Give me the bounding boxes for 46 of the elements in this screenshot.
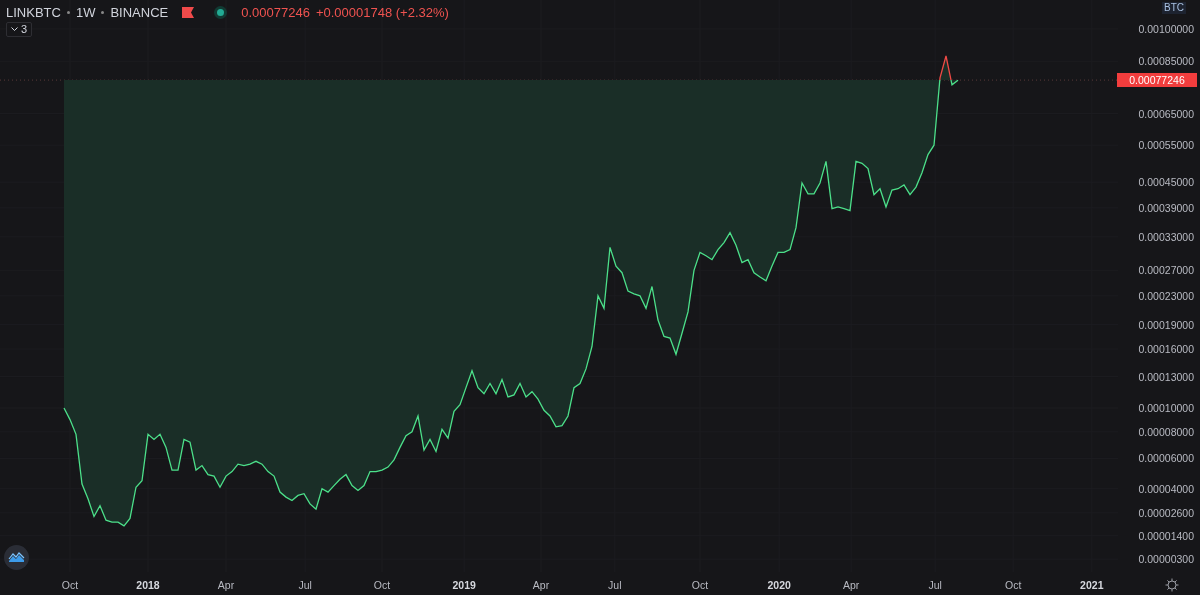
price-axis-label: 0.00065000 [1138,107,1194,120]
price-axis-label: 0.00019000 [1138,318,1194,331]
price-axis-label: 0.00004000 [1138,482,1194,495]
last-price-label: 0.00077246 [1117,73,1197,88]
last-price: 0.00077246 [241,4,310,22]
flag-icon[interactable] [182,7,195,19]
time-axis-label: 2018 [135,579,161,591]
time-axis-label: Oct [60,579,80,591]
time-axis-label: Oct [372,579,392,591]
exchange-name: BINANCE [110,4,169,22]
price-axis-label: 0.00100000 [1138,22,1194,35]
price-axis-label: 0.00027000 [1138,264,1194,277]
price-axis-label: 0.00033000 [1138,230,1194,243]
price-axis-label: 0.00039000 [1138,201,1194,214]
time-axis-label: Jul [297,579,313,591]
price-axis-label: 0.00023000 [1138,289,1194,302]
interval-label: 1W [75,4,96,22]
time-axis-label: Jul [607,579,623,591]
symbol-name: LINKBTC [6,4,61,22]
settings-icon[interactable] [1165,578,1179,592]
price-change: +0.00001748 (+2.32%) [315,4,449,22]
time-axis-label: Apr [216,579,236,591]
price-axis-label: 0.00010000 [1138,402,1194,414]
price-axis-label: 0.00006000 [1138,452,1194,465]
status-dot-icon [214,6,228,20]
time-axis-label: Apr [842,579,861,591]
price-axis-label: 0.00001400 [1138,529,1194,542]
price-axis-label: 0.00045000 [1138,176,1194,189]
price-axis-label: 0.00055000 [1138,139,1194,152]
indicators-toggle[interactable]: 3 [6,22,33,37]
price-axis-label: 0.00008000 [1138,425,1194,438]
price-axis-label: 0.00013000 [1138,370,1194,383]
time-axis-label: 2019 [451,579,477,591]
chevron-down-icon [11,27,18,32]
price-axis-label: 0.00085000 [1138,55,1194,68]
price-axis-label: 0.00016000 [1138,343,1194,356]
time-axis-label: 2021 [1079,579,1105,591]
logo-icon[interactable] [4,545,29,570]
time-axis-label: 2020 [766,579,792,591]
currency-badge: BTC [1162,2,1186,14]
time-axis-label: Oct [1004,579,1023,591]
price-axis-label: 0.00000300 [1138,553,1194,566]
time-axis-label: Oct [690,579,710,591]
time-axis-label: Apr [531,579,551,591]
price-axis-label: 0.00002600 [1138,506,1194,519]
time-axis-label: Jul [927,579,943,591]
